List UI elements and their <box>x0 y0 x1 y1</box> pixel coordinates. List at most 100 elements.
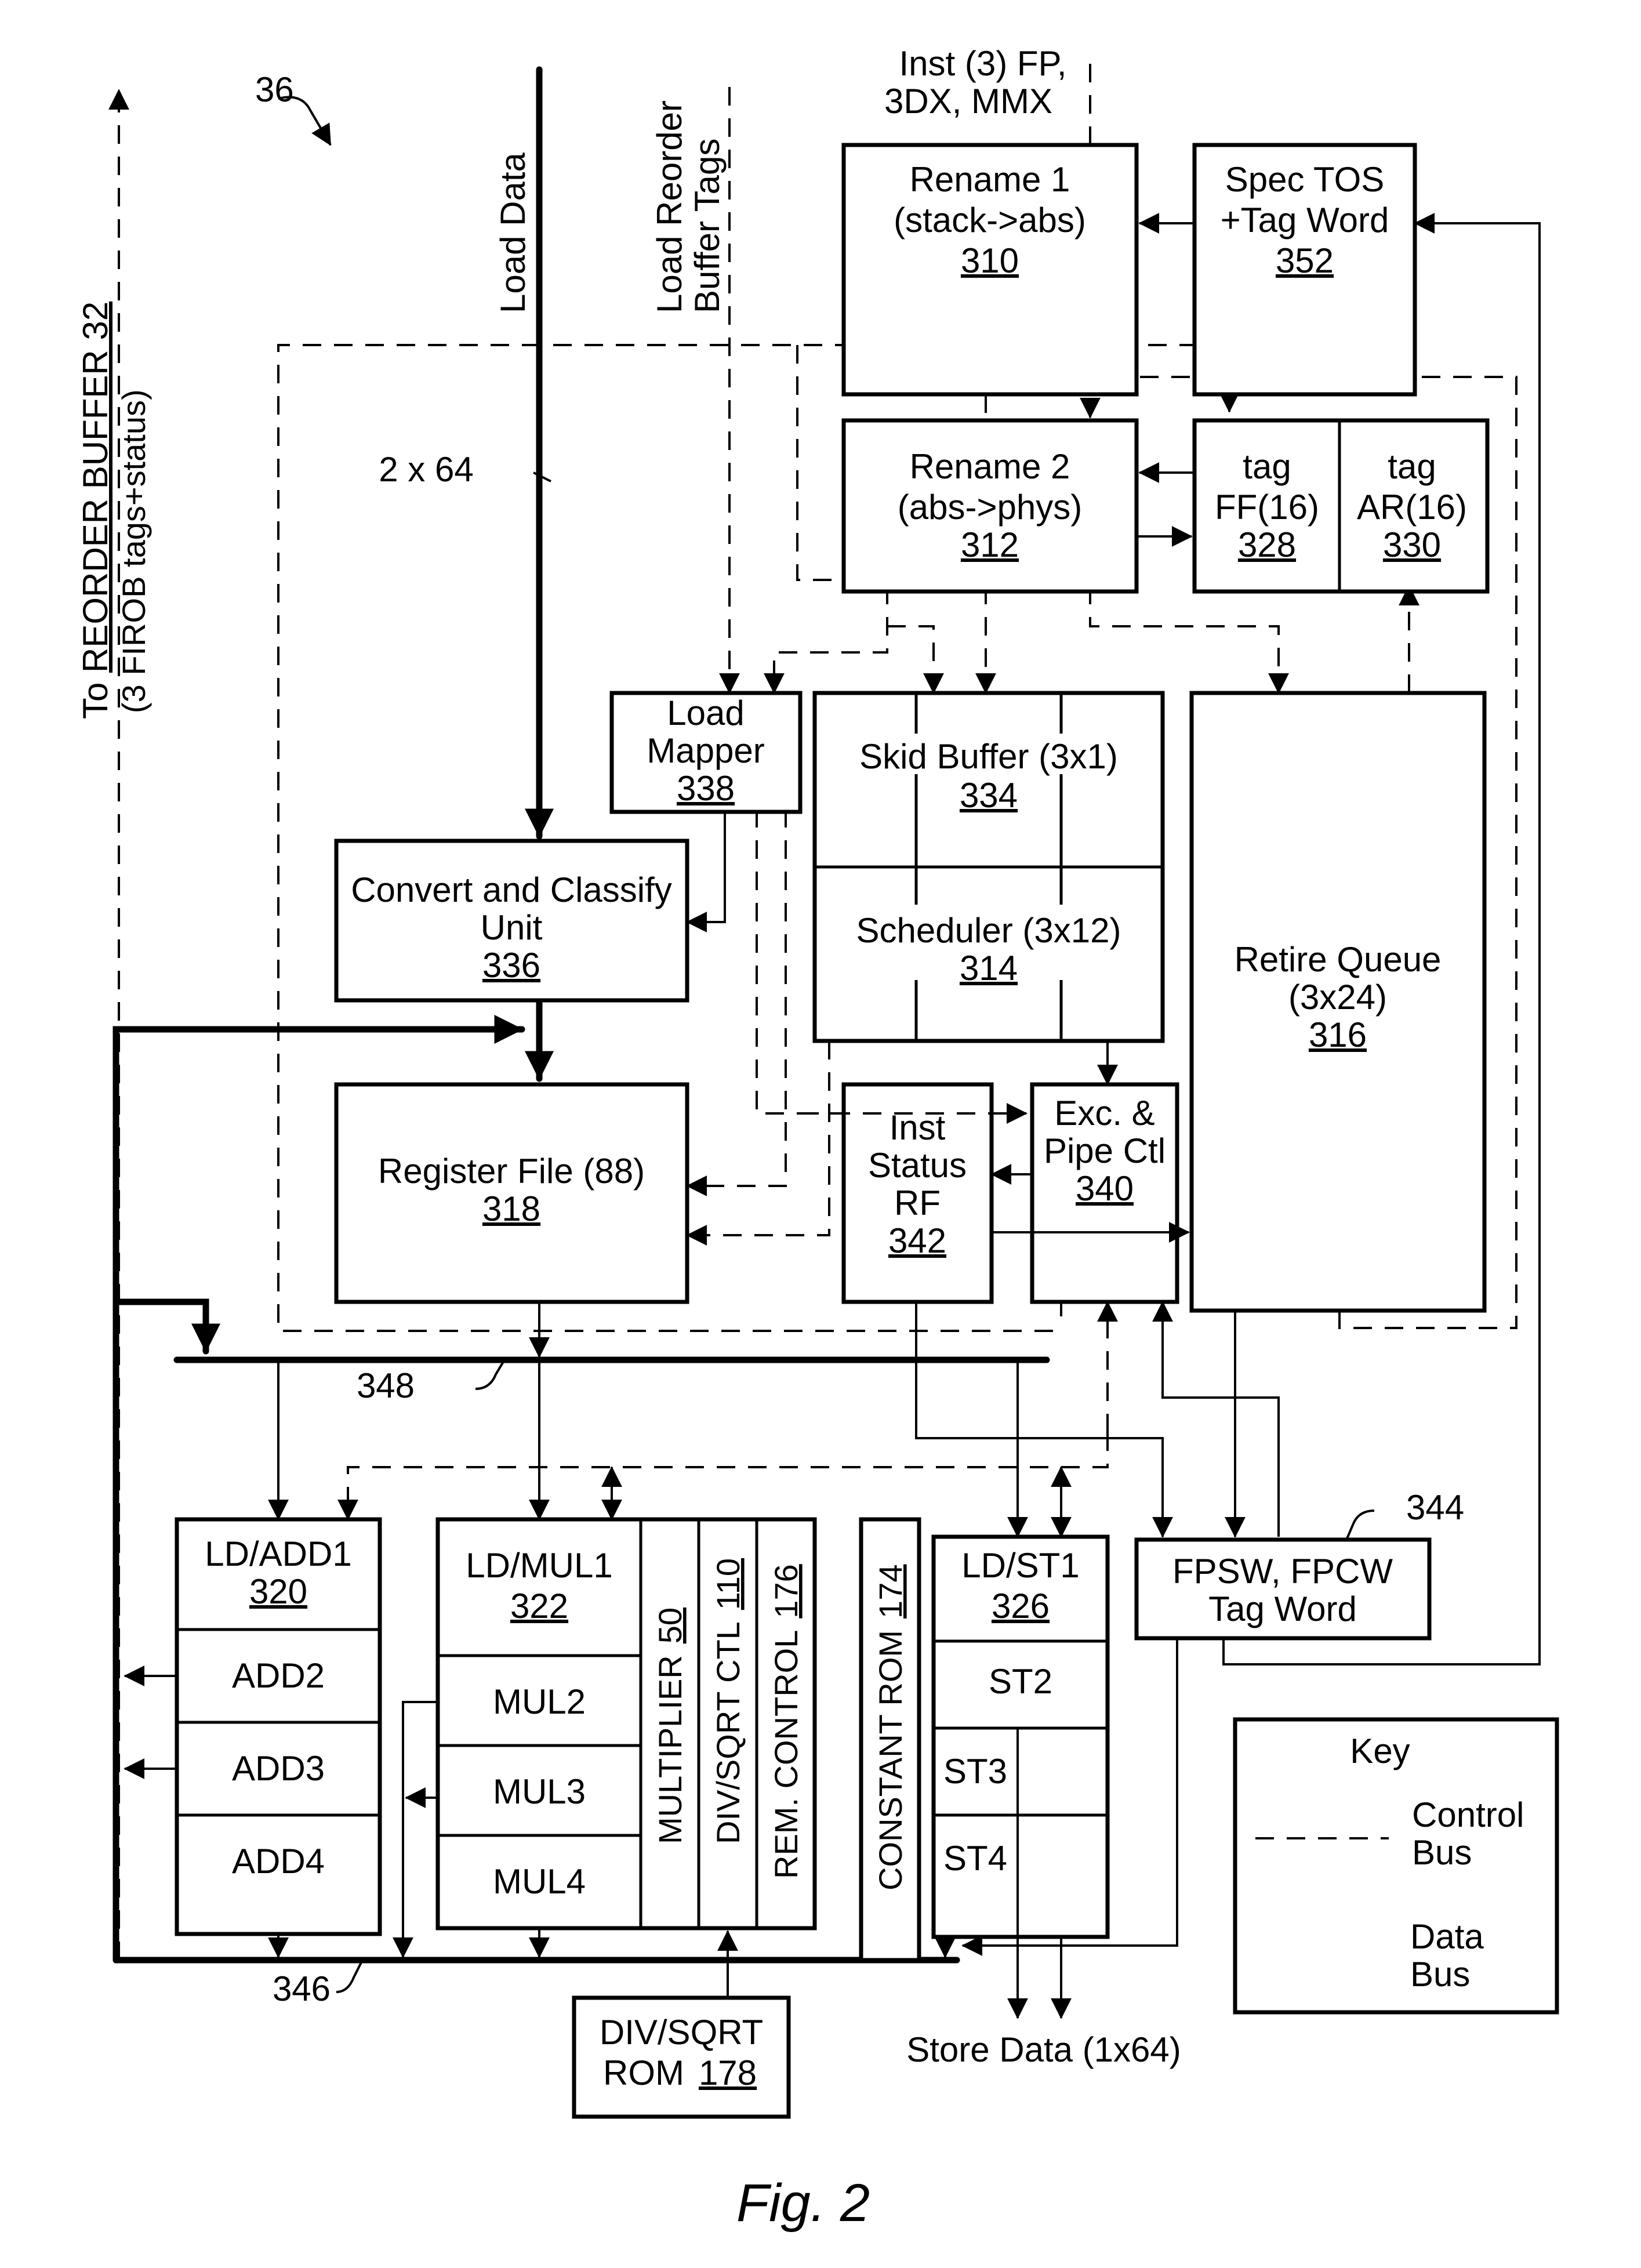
load-rob-tags-label-1: Load Reorder <box>650 100 689 313</box>
div-sqrt-rom-title: DIV/SQRT <box>600 2013 763 2052</box>
tag-ar-title: tag <box>1388 447 1436 486</box>
tag-ff-title: tag <box>1243 447 1291 486</box>
ld-mul1-ref: 322 <box>510 1587 568 1625</box>
rename2-block: Rename 2 (abs->phys) 312 <box>841 418 1139 594</box>
mul2-stage: MUL2 <box>493 1682 586 1721</box>
writeback-bus-ref: 346 <box>273 1969 331 2008</box>
rename2-title: Rename 2 <box>910 447 1070 486</box>
inst-status-subtitle: Status <box>868 1146 967 1185</box>
ref-346-leader <box>336 1959 364 1993</box>
register-file-block: Register File (88) 318 <box>334 1082 689 1304</box>
ld-mul-block: LD/MUL1 322 MUL2 MUL3 MUL4 MULTIPLIER50 … <box>435 1517 817 1930</box>
tag-ff-ref: 328 <box>1238 525 1296 564</box>
inst-status-block: Inst Status RF 342 <box>841 1082 994 1304</box>
spec-tos-title: Spec TOS <box>1225 160 1385 199</box>
fpsw-ref: 344 <box>1406 1488 1464 1527</box>
tag-ar-ref: 330 <box>1383 525 1441 564</box>
rename2-to-retire <box>1089 586 1289 694</box>
rename2-subtitle: (abs->phys) <box>898 488 1082 527</box>
to-rob-label: To REORDER BUFFER 32 <box>76 302 115 719</box>
skid-buffer-ref: 334 <box>960 776 1018 815</box>
key-title: Key <box>1350 1732 1410 1770</box>
mapper-to-regfile <box>686 809 787 1196</box>
inst-status-rf: RF <box>894 1184 941 1222</box>
figure-caption: Fig. 2 <box>736 2173 870 2233</box>
inst-input-label-1: Inst (3) FP, <box>899 44 1067 83</box>
multiplier-label: MULTIPLIER50 <box>652 1607 688 1844</box>
sched-to-regfile <box>686 1041 830 1246</box>
div-sqrt-rom-ref: 178 <box>699 2053 757 2092</box>
legend-key: Key Control Bus Data Bus <box>1233 1717 1559 2015</box>
rem-control-label: REM. CONTROL176 <box>768 1564 804 1879</box>
key-data-label: Data <box>1410 1917 1484 1956</box>
exc-pipe-block: Exc. & Pipe Ctl 340 <box>1030 1082 1179 1304</box>
load-mapper-block: Load Mapper 338 <box>609 691 803 814</box>
writeback-to-result <box>112 1298 220 1355</box>
ld-mul1-title: LD/MUL1 <box>466 1546 612 1585</box>
store-data-label: Store Data (1x64) <box>906 2030 1181 2069</box>
key-control-label: Control <box>1412 1795 1524 1834</box>
load-rob-tags-label-2: Buffer Tags <box>688 139 727 313</box>
load-data-label: Load Data <box>493 152 532 313</box>
load-mapper-title: Load <box>667 694 744 732</box>
key-control-label-2: Bus <box>1412 1833 1472 1872</box>
scheduler-ref: 314 <box>960 949 1018 988</box>
bus-width-label: 2 x 64 <box>379 450 473 489</box>
ld-st-block: LD/ST1 326 ST2 ST3 ST4 <box>931 1534 1110 1939</box>
ld-st1-title: LD/ST1 <box>961 1546 1079 1585</box>
rename1-title: Rename 1 <box>910 160 1070 199</box>
mul3-stage: MUL3 <box>493 1772 586 1811</box>
ld-add-block: LD/ADD1 320 ADD2 ADD3 ADD4 <box>175 1517 382 1936</box>
register-file-title: Register File (88) <box>378 1152 645 1191</box>
ref-348-leader <box>475 1359 506 1390</box>
spec-tos-subtitle: +Tag Word <box>1221 201 1389 239</box>
st3-stage: ST3 <box>943 1752 1007 1791</box>
fpsw-subtitle: Tag Word <box>1208 1590 1357 1628</box>
ld-add1-title: LD/ADD1 <box>205 1534 351 1573</box>
figure-number: 36 <box>255 70 294 109</box>
ld-add1-ref: 320 <box>249 1572 307 1611</box>
retire-queue-block: Retire Queue (3x24) 316 <box>1189 691 1487 1313</box>
load-mapper-subtitle: Mapper <box>647 731 764 770</box>
load-mapper-ref: 338 <box>677 769 735 808</box>
skid-buffer-title: Skid Buffer (3x1) <box>859 737 1118 776</box>
exc-pipe-subtitle: Pipe Ctl <box>1044 1131 1166 1170</box>
spec-tos-ref: 352 <box>1276 241 1334 280</box>
retire-queue-ref: 316 <box>1309 1015 1367 1054</box>
convert-classify-subtitle: Unit <box>481 908 543 947</box>
rename2-ref: 312 <box>961 525 1019 564</box>
add3-stage: ADD3 <box>232 1749 325 1788</box>
mul2-out <box>393 1701 438 1958</box>
exc-pipe-title: Exc. & <box>1054 1094 1154 1133</box>
fpsw-to-exc <box>1152 1301 1280 1537</box>
rename2-to-skid-a <box>887 625 944 694</box>
add4-stage: ADD4 <box>232 1842 325 1881</box>
inst-status-ref: 342 <box>888 1221 946 1260</box>
fpu-block-diagram: Rename 1 (stack->abs) 310 Spec TOS +Tag … <box>76 44 1559 2233</box>
to-rob-sublabel: (3 FIROB tags+status) <box>115 389 152 713</box>
mapper-to-convert <box>686 809 726 932</box>
key-data-label-2: Bus <box>1410 1955 1470 1994</box>
spec-tos-block: Spec TOS +Tag Word 352 <box>1192 143 1417 397</box>
mul4-stage: MUL4 <box>493 1862 586 1901</box>
tag-ff-subtitle: FF(16) <box>1215 488 1319 527</box>
tag-ar-subtitle: AR(16) <box>1357 488 1467 527</box>
div-sqrt-ctl-label: DIV/SQRT CTL110 <box>710 1558 746 1844</box>
retire-queue-title: Retire Queue <box>1235 940 1442 979</box>
constant-rom-block: CONSTANT ROM174 <box>859 1517 921 1962</box>
tag-block: tag FF(16) 328 tag AR(16) 330 <box>1192 418 1490 594</box>
div-sqrt-rom-subtitle: ROM <box>603 2053 684 2092</box>
rename1-ref: 310 <box>961 241 1019 280</box>
scheduler-title: Scheduler (3x12) <box>856 911 1121 950</box>
rename1-block: Rename 1 (stack->abs) 310 <box>841 143 1139 397</box>
ld-st1-ref: 326 <box>992 1587 1050 1625</box>
inst-input-label-2: 3DX, MMX <box>884 82 1052 121</box>
register-file-ref: 318 <box>482 1189 540 1228</box>
retire-queue-subtitle: (3x24) <box>1288 978 1387 1017</box>
fpsw-block: FPSW, FPCW Tag Word 344 <box>1134 1488 1464 1641</box>
st4-stage: ST4 <box>943 1839 1007 1878</box>
fpsw-title: FPSW, FPCW <box>1172 1552 1393 1591</box>
div-sqrt-rom-block: DIV/SQRT ROM 178 <box>572 1995 791 2119</box>
exc-to-add <box>337 1432 1109 1521</box>
result-bus-ref: 348 <box>357 1366 415 1405</box>
